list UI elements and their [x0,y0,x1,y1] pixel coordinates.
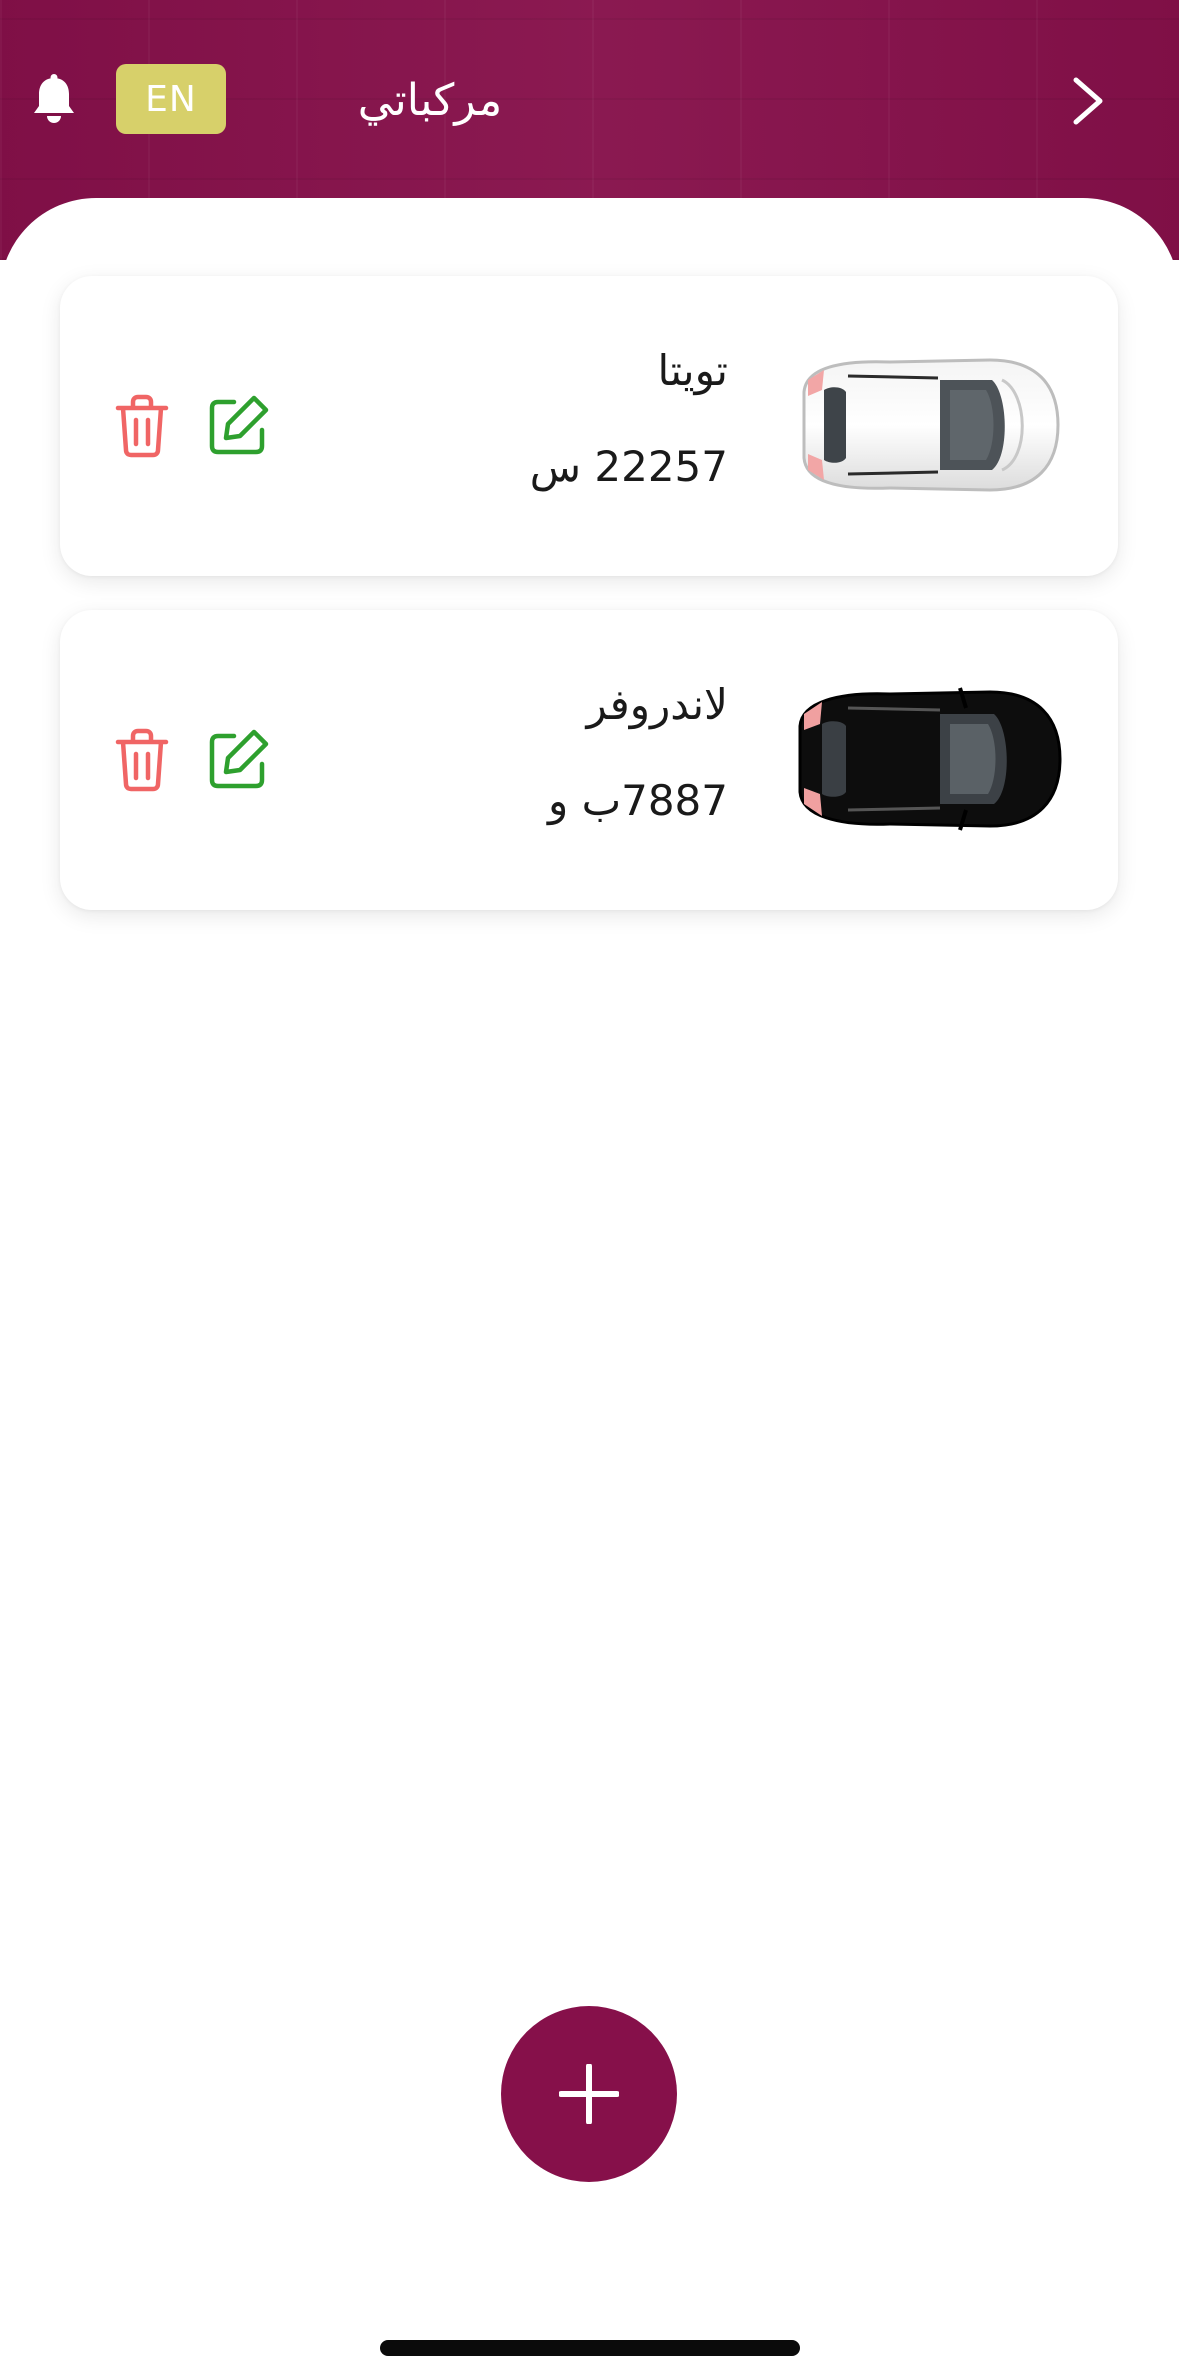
chevron-right-icon[interactable] [1066,74,1110,128]
page-title: مركباتي [357,75,503,126]
vehicle-plate-number: 22257 س [529,442,728,491]
vehicle-plate-number: 7887ب و [547,776,728,825]
vehicle-card[interactable]: لاندروفر 7887ب و [60,610,1118,910]
vehicle-name: تويتا [657,346,728,395]
add-vehicle-button[interactable] [501,2006,677,2182]
edit-icon[interactable] [208,728,270,790]
white-car-image [802,358,1060,492]
home-indicator [380,2340,800,2356]
black-car-image [798,687,1062,831]
vehicle-name: لاندروفر [586,680,728,729]
trash-icon[interactable] [114,728,170,792]
edit-icon[interactable] [208,394,270,456]
language-toggle-button[interactable]: EN [116,64,226,134]
bell-icon[interactable] [30,74,78,126]
vehicle-card[interactable]: تويتا 22257 س [60,276,1118,576]
plus-icon [559,2064,619,2124]
trash-icon[interactable] [114,394,170,458]
